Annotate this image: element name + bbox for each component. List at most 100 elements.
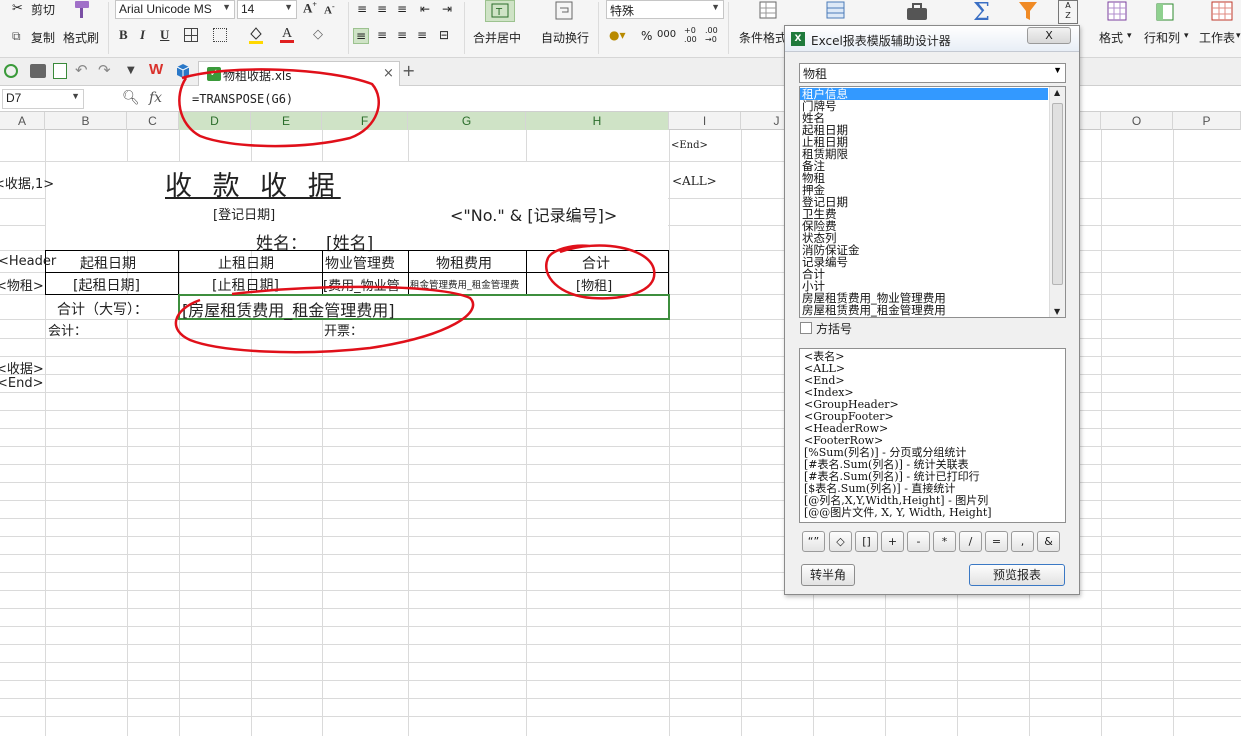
column-header-a[interactable]: A — [0, 112, 45, 130]
multiply-button[interactable]: * — [933, 531, 956, 552]
distribute-icon[interactable]: ⊟ — [439, 28, 449, 42]
column-header-e[interactable]: E — [251, 112, 322, 130]
decrease-decimal-icon[interactable]: .00 →0 — [705, 26, 718, 44]
wps-logo-icon[interactable]: W — [149, 61, 163, 78]
italic-icon[interactable]: I — [140, 27, 145, 43]
font-color-icon[interactable]: A — [279, 24, 295, 45]
cube-icon[interactable] — [176, 63, 190, 79]
field-list-item[interactable]: 合计 — [800, 268, 1048, 280]
name-box[interactable]: D7 ▼ — [2, 89, 84, 109]
clear-format-icon[interactable]: ◇ — [313, 27, 323, 42]
increase-decimal-icon[interactable]: +0.00 — [684, 26, 697, 44]
field-list-item[interactable]: 卫生费 — [800, 208, 1048, 220]
conditional-format-button[interactable]: 条件格式 — [739, 29, 787, 46]
field-list-item[interactable]: 记录编号 — [800, 256, 1048, 268]
scroll-down-icon[interactable]: ▼ — [1054, 307, 1060, 316]
zoom-icon[interactable]: 🔍︎ — [122, 90, 140, 106]
cut-button[interactable]: 剪切 — [31, 1, 55, 18]
half-width-button[interactable]: 转半角 — [801, 564, 855, 586]
redo-icon[interactable]: ↷ — [98, 61, 111, 79]
column-header-i[interactable]: I — [669, 112, 741, 130]
toolbox-icon[interactable] — [905, 2, 929, 22]
plus-button[interactable]: + — [881, 531, 904, 552]
column-header-o[interactable]: O — [1101, 112, 1173, 130]
align-center-icon[interactable]: ≡ — [377, 28, 387, 42]
column-header-p[interactable]: P — [1173, 112, 1241, 130]
merge-center-button[interactable]: 合并居中 — [473, 29, 521, 46]
scissors-icon[interactable]: ✂ — [12, 1, 23, 16]
minus-button[interactable]: - — [907, 531, 930, 552]
border-icon[interactable] — [184, 28, 198, 42]
column-header-c[interactable]: C — [127, 112, 179, 130]
increase-font-icon[interactable]: A+ — [303, 0, 317, 16]
field-list-item[interactable]: 房屋租赁费用_租金管理费用 — [800, 304, 1048, 316]
currency-icon[interactable]: ●▾ — [609, 28, 626, 42]
align-right-icon[interactable]: ≡ — [397, 28, 407, 42]
quote-button[interactable]: “” — [802, 531, 825, 552]
copy-button[interactable]: 复制 — [31, 29, 55, 46]
column-header-f[interactable]: F — [322, 112, 408, 130]
column-header-d[interactable]: D — [179, 112, 251, 130]
indent-icon[interactable]: ⇤ — [420, 2, 430, 16]
table-style-icon[interactable] — [825, 0, 847, 22]
field-list-scrollbar[interactable]: ▲ ▼ — [1049, 87, 1065, 317]
undo-icon[interactable]: ↶ — [75, 61, 88, 79]
conditional-format-icon[interactable] — [758, 0, 780, 22]
file-tab[interactable]: ✓ 物租收据.xls × — [198, 61, 400, 86]
font-size-select[interactable]: 14 ▼ — [237, 0, 297, 19]
dialog-title-bar[interactable]: X Excel报表模版辅助设计器 X — [785, 26, 1079, 52]
column-header-b[interactable]: B — [45, 112, 127, 130]
close-tab-icon[interactable]: × — [383, 66, 394, 81]
table-select[interactable]: 物租 ▼ — [799, 63, 1066, 83]
justify-icon[interactable]: ≡ — [417, 28, 427, 42]
align-bottom-icon[interactable]: ≡ — [397, 2, 407, 16]
field-list-item[interactable]: 物租 — [800, 172, 1048, 184]
field-list-item[interactable]: 登记日期 — [800, 196, 1048, 208]
angle-bracket-button[interactable]: ◇ — [829, 531, 852, 552]
percent-button[interactable]: % — [641, 29, 652, 43]
scroll-up-icon[interactable]: ▲ — [1054, 88, 1060, 97]
bracket-checkbox[interactable] — [800, 322, 812, 334]
tag-list[interactable]: <表名> <ALL> <End> <Index> <GroupHeader> <… — [799, 348, 1066, 523]
fx-icon[interactable]: fx — [149, 90, 162, 106]
chevron-down-icon[interactable]: ▾ — [1127, 31, 1132, 41]
field-list-item[interactable]: 保险费 — [800, 220, 1048, 232]
dialog-close-button[interactable]: X — [1027, 27, 1071, 44]
number-format-select[interactable]: 特殊 ▼ — [606, 0, 724, 19]
underline-icon[interactable]: U — [160, 27, 169, 43]
copy-icon[interactable]: ⧉ — [12, 29, 21, 44]
merge-center-icon[interactable]: T — [485, 0, 515, 22]
format-painter-icon[interactable] — [70, 0, 92, 20]
format-painter-button[interactable]: 格式刷 — [63, 29, 99, 46]
wrap-text-button[interactable]: 自动换行 — [541, 29, 589, 46]
square-bracket-button[interactable]: [] — [855, 531, 878, 552]
field-list-item[interactable]: 租赁期限 — [800, 148, 1048, 160]
align-top-icon[interactable]: ≡ — [357, 2, 367, 16]
wrap-text-icon[interactable] — [553, 0, 575, 22]
format-button[interactable]: 格式 — [1099, 29, 1123, 46]
fill-color-icon[interactable] — [248, 25, 264, 45]
tag-list-item[interactable]: [@@图片文件, X, Y, Width, Height] — [802, 507, 1064, 519]
ampersand-button[interactable]: & — [1037, 531, 1060, 552]
column-header-g[interactable]: G — [408, 112, 526, 130]
font-name-select[interactable]: Arial Unicode MS ▼ — [115, 0, 235, 19]
sort-icon[interactable]: AZ — [1058, 0, 1078, 24]
worksheet-icon[interactable] — [1210, 0, 1234, 22]
scroll-thumb[interactable] — [1052, 103, 1063, 285]
field-list[interactable]: 租户信息 门牌号 姓名 起租日期 止租日期 租赁期限 备注 物租 押金 登记日期… — [799, 86, 1066, 318]
outdent-icon[interactable]: ⇥ — [442, 2, 452, 16]
decrease-font-icon[interactable]: A- — [324, 2, 335, 17]
equals-button[interactable]: = — [985, 531, 1008, 552]
print-icon[interactable] — [30, 64, 46, 78]
chevron-down-icon[interactable]: ▾ — [1184, 31, 1189, 41]
field-list-item[interactable]: 备注 — [800, 160, 1048, 172]
sum-icon[interactable]: Σ — [973, 0, 990, 26]
chevron-down-icon[interactable]: ▾ — [1236, 31, 1241, 41]
field-list-item[interactable]: 租户信息 — [800, 88, 1048, 100]
sync-icon[interactable] — [4, 64, 18, 78]
preview-report-button[interactable]: 预览报表 — [969, 564, 1065, 586]
thousands-button[interactable]: 000 — [657, 29, 676, 40]
filter-icon[interactable] — [1017, 0, 1041, 24]
new-tab-icon[interactable]: + — [402, 61, 415, 80]
fill-pattern-icon[interactable] — [213, 28, 227, 42]
